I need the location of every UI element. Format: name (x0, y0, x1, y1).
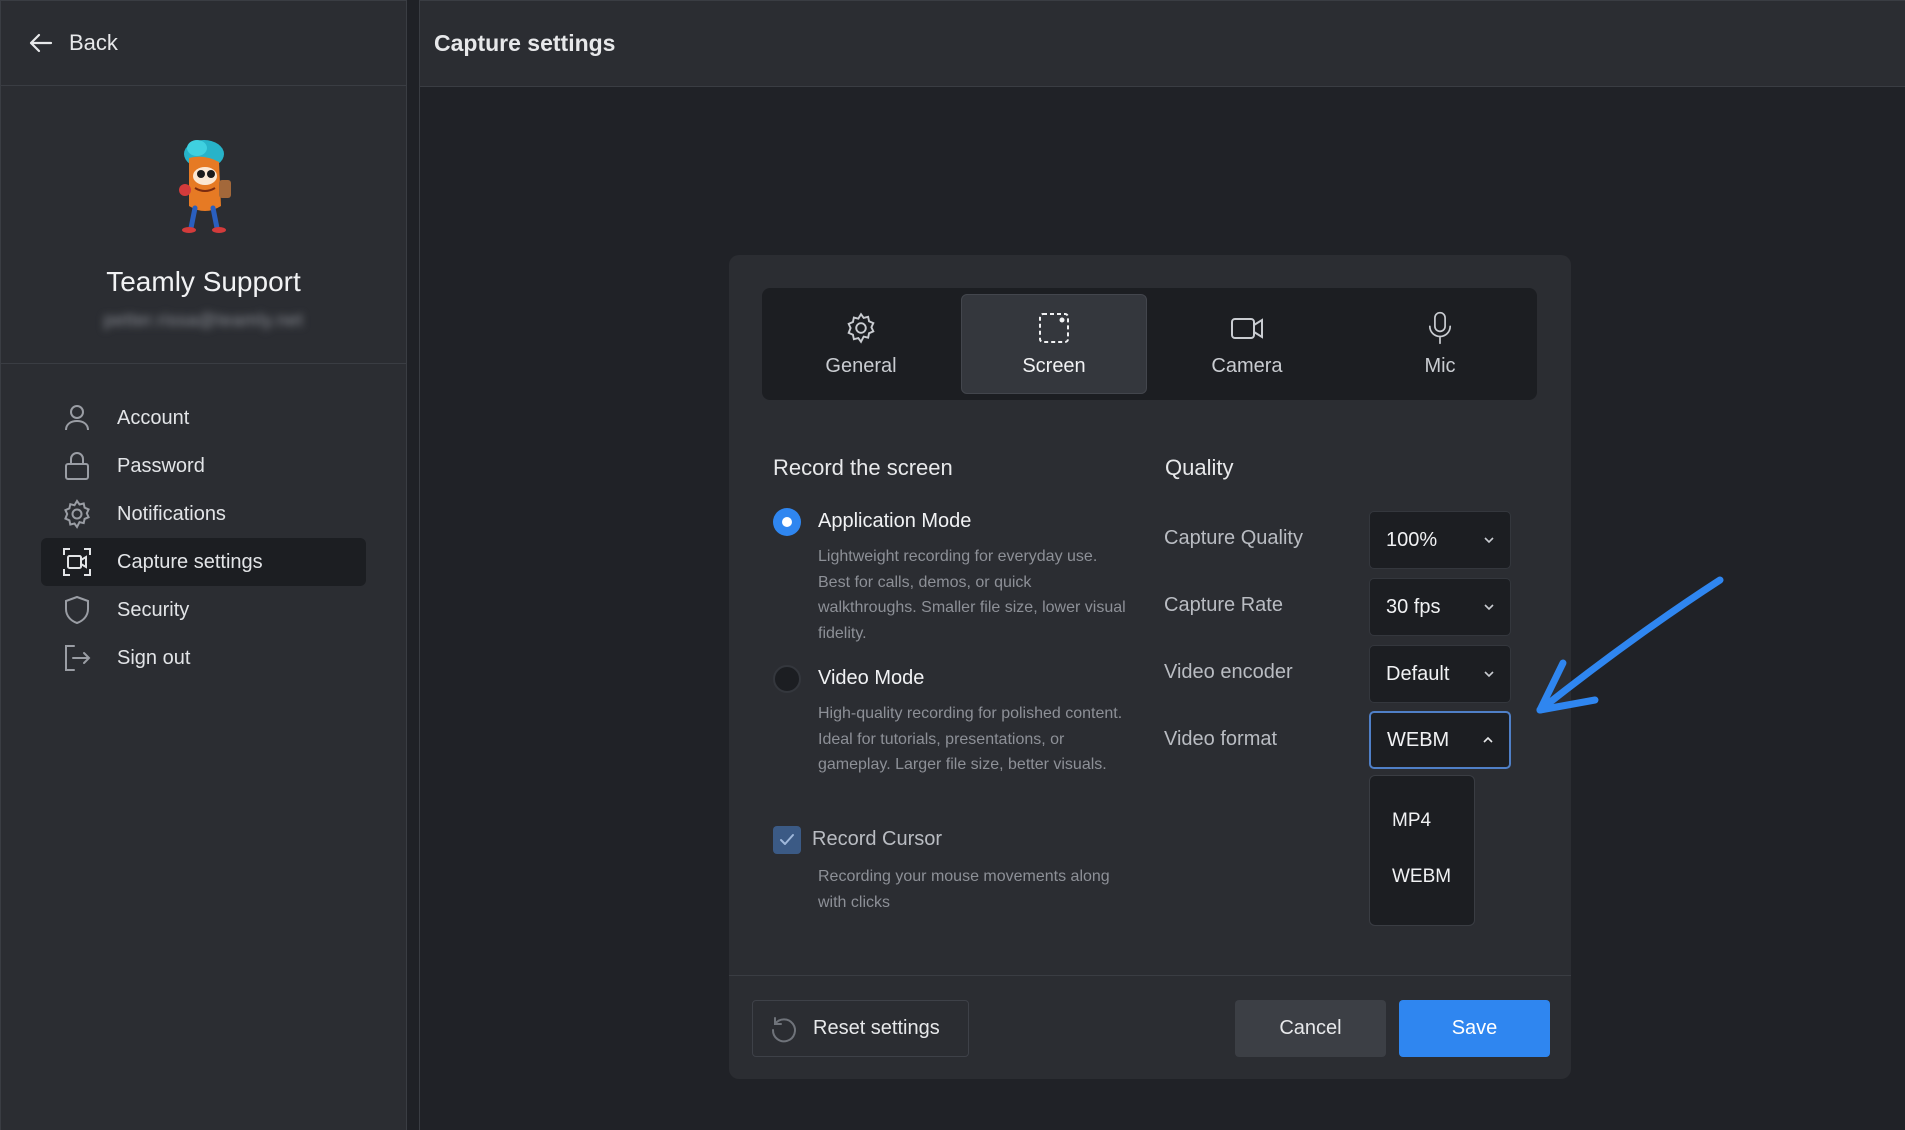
video-format-select[interactable]: WEBM (1369, 711, 1511, 769)
chevron-down-icon (1484, 537, 1494, 544)
tab-camera[interactable]: Camera (1154, 294, 1340, 394)
sidebar-item-sign-out[interactable]: Sign out (41, 634, 366, 682)
microphone-icon (1428, 311, 1452, 344)
tab-label: Screen (1022, 354, 1086, 377)
user-icon (65, 405, 89, 431)
chevron-down-icon (1484, 671, 1494, 678)
chevron-down-icon (1484, 604, 1494, 611)
quality-section-title: Quality (1165, 455, 1234, 480)
record-section-title: Record the screen (773, 455, 953, 480)
dropdown-option-webm[interactable]: WEBM (1392, 866, 1451, 888)
record-cursor-checkbox[interactable] (773, 826, 801, 854)
shield-icon (65, 595, 89, 625)
tab-label: Camera (1211, 354, 1283, 377)
capture-icon (63, 548, 91, 576)
save-button[interactable]: Save (1399, 1000, 1550, 1057)
main-header: Capture settings (420, 0, 1905, 87)
reset-icon (771, 1016, 796, 1042)
camera-icon (1231, 317, 1263, 339)
screen-capture-icon (1039, 312, 1069, 343)
sidebar-item-label: Security (117, 598, 190, 621)
video-encoder-select[interactable]: Default (1369, 645, 1511, 703)
video-mode-title: Video Mode (818, 667, 925, 689)
back-button[interactable]: Back (1, 1, 406, 86)
sidebar-item-security[interactable]: Security (41, 586, 366, 634)
sidebar-item-label: Notifications (117, 502, 226, 525)
sidebar-item-label: Password (117, 454, 205, 477)
reset-settings-label: Reset settings (813, 1017, 940, 1039)
sidebar-nav: Account Password Notifications Capture s… (1, 364, 406, 682)
tab-mic[interactable]: Mic (1347, 294, 1533, 394)
capture-quality-select[interactable]: 100% (1369, 511, 1511, 569)
checkmark-icon (780, 834, 794, 845)
video-encoder-value: Default (1386, 662, 1450, 685)
record-cursor-option: Record Cursor Recording your mouse movem… (773, 826, 1143, 926)
video-mode-option: Video Mode High-quality recording for po… (773, 665, 1143, 805)
capture-rate-value: 30 fps (1386, 595, 1441, 618)
chevron-up-icon (1483, 736, 1493, 743)
gear-icon (64, 499, 90, 529)
sidebar-item-label: Sign out (117, 646, 191, 669)
lock-icon (65, 452, 89, 480)
gear-icon (847, 311, 875, 344)
tab-screen[interactable]: Screen (961, 294, 1147, 394)
sidebar-item-notifications[interactable]: Notifications (41, 490, 366, 538)
sidebar-item-label: Capture settings (117, 550, 263, 573)
capture-quality-value: 100% (1386, 528, 1438, 551)
settings-tabs: General Screen Camera Mic (762, 288, 1537, 400)
profile-name: Teamly Support (106, 266, 301, 297)
sidebar-item-label: Account (117, 406, 190, 429)
dropdown-option-mp4[interactable]: MP4 (1392, 810, 1431, 832)
video-mode-radio[interactable] (773, 665, 801, 693)
reset-settings-button[interactable]: Reset settings (752, 1000, 969, 1057)
application-mode-title: Application Mode (818, 510, 972, 532)
application-mode-radio[interactable] (773, 508, 801, 536)
video-format-label: Video format (1164, 728, 1278, 750)
video-format-value: WEBM (1387, 728, 1450, 751)
profile-card: Teamly Support petter.rissa@teamly.net (1, 86, 406, 364)
capture-rate-select[interactable]: 30 fps (1369, 578, 1511, 636)
video-mode-desc: High-quality recording for polished cont… (818, 705, 1123, 773)
capture-settings-dialog: General Screen Camera Mic Record the scr… (729, 255, 1571, 1079)
capture-quality-label: Capture Quality (1164, 527, 1303, 549)
application-mode-desc: Lightweight recording for everyday use. … (818, 548, 1126, 642)
main-panel: Capture settings General Screen Camera M… (419, 0, 1905, 1130)
tab-general[interactable]: General (768, 294, 954, 394)
cancel-button[interactable]: Cancel (1235, 1000, 1386, 1057)
profile-email: petter.rissa@teamly.net (103, 310, 304, 330)
footer-divider (729, 975, 1571, 976)
tab-label: General (825, 354, 897, 377)
arrow-left-icon (29, 33, 53, 53)
sidebar: Back Teamly Support petter.rissa@teamly.… (0, 0, 407, 1130)
sidebar-item-account[interactable]: Account (41, 394, 366, 442)
sign-out-icon (65, 645, 91, 671)
sidebar-item-password[interactable]: Password (41, 442, 366, 490)
avatar[interactable] (159, 136, 249, 236)
tab-label: Mic (1424, 354, 1456, 377)
record-cursor-desc: Recording your mouse movements along wit… (818, 868, 1110, 911)
sidebar-item-capture-settings[interactable]: Capture settings (41, 538, 366, 586)
application-mode-option: Application Mode Lightweight recording f… (773, 508, 1143, 648)
capture-rate-label: Capture Rate (1164, 594, 1283, 616)
back-label: Back (69, 30, 118, 55)
page-title: Capture settings (434, 30, 616, 56)
annotation-arrow-icon (1536, 576, 1724, 714)
record-cursor-title: Record Cursor (812, 828, 943, 850)
video-format-dropdown: MP4 WEBM (1369, 775, 1475, 926)
video-encoder-label: Video encoder (1164, 661, 1293, 683)
